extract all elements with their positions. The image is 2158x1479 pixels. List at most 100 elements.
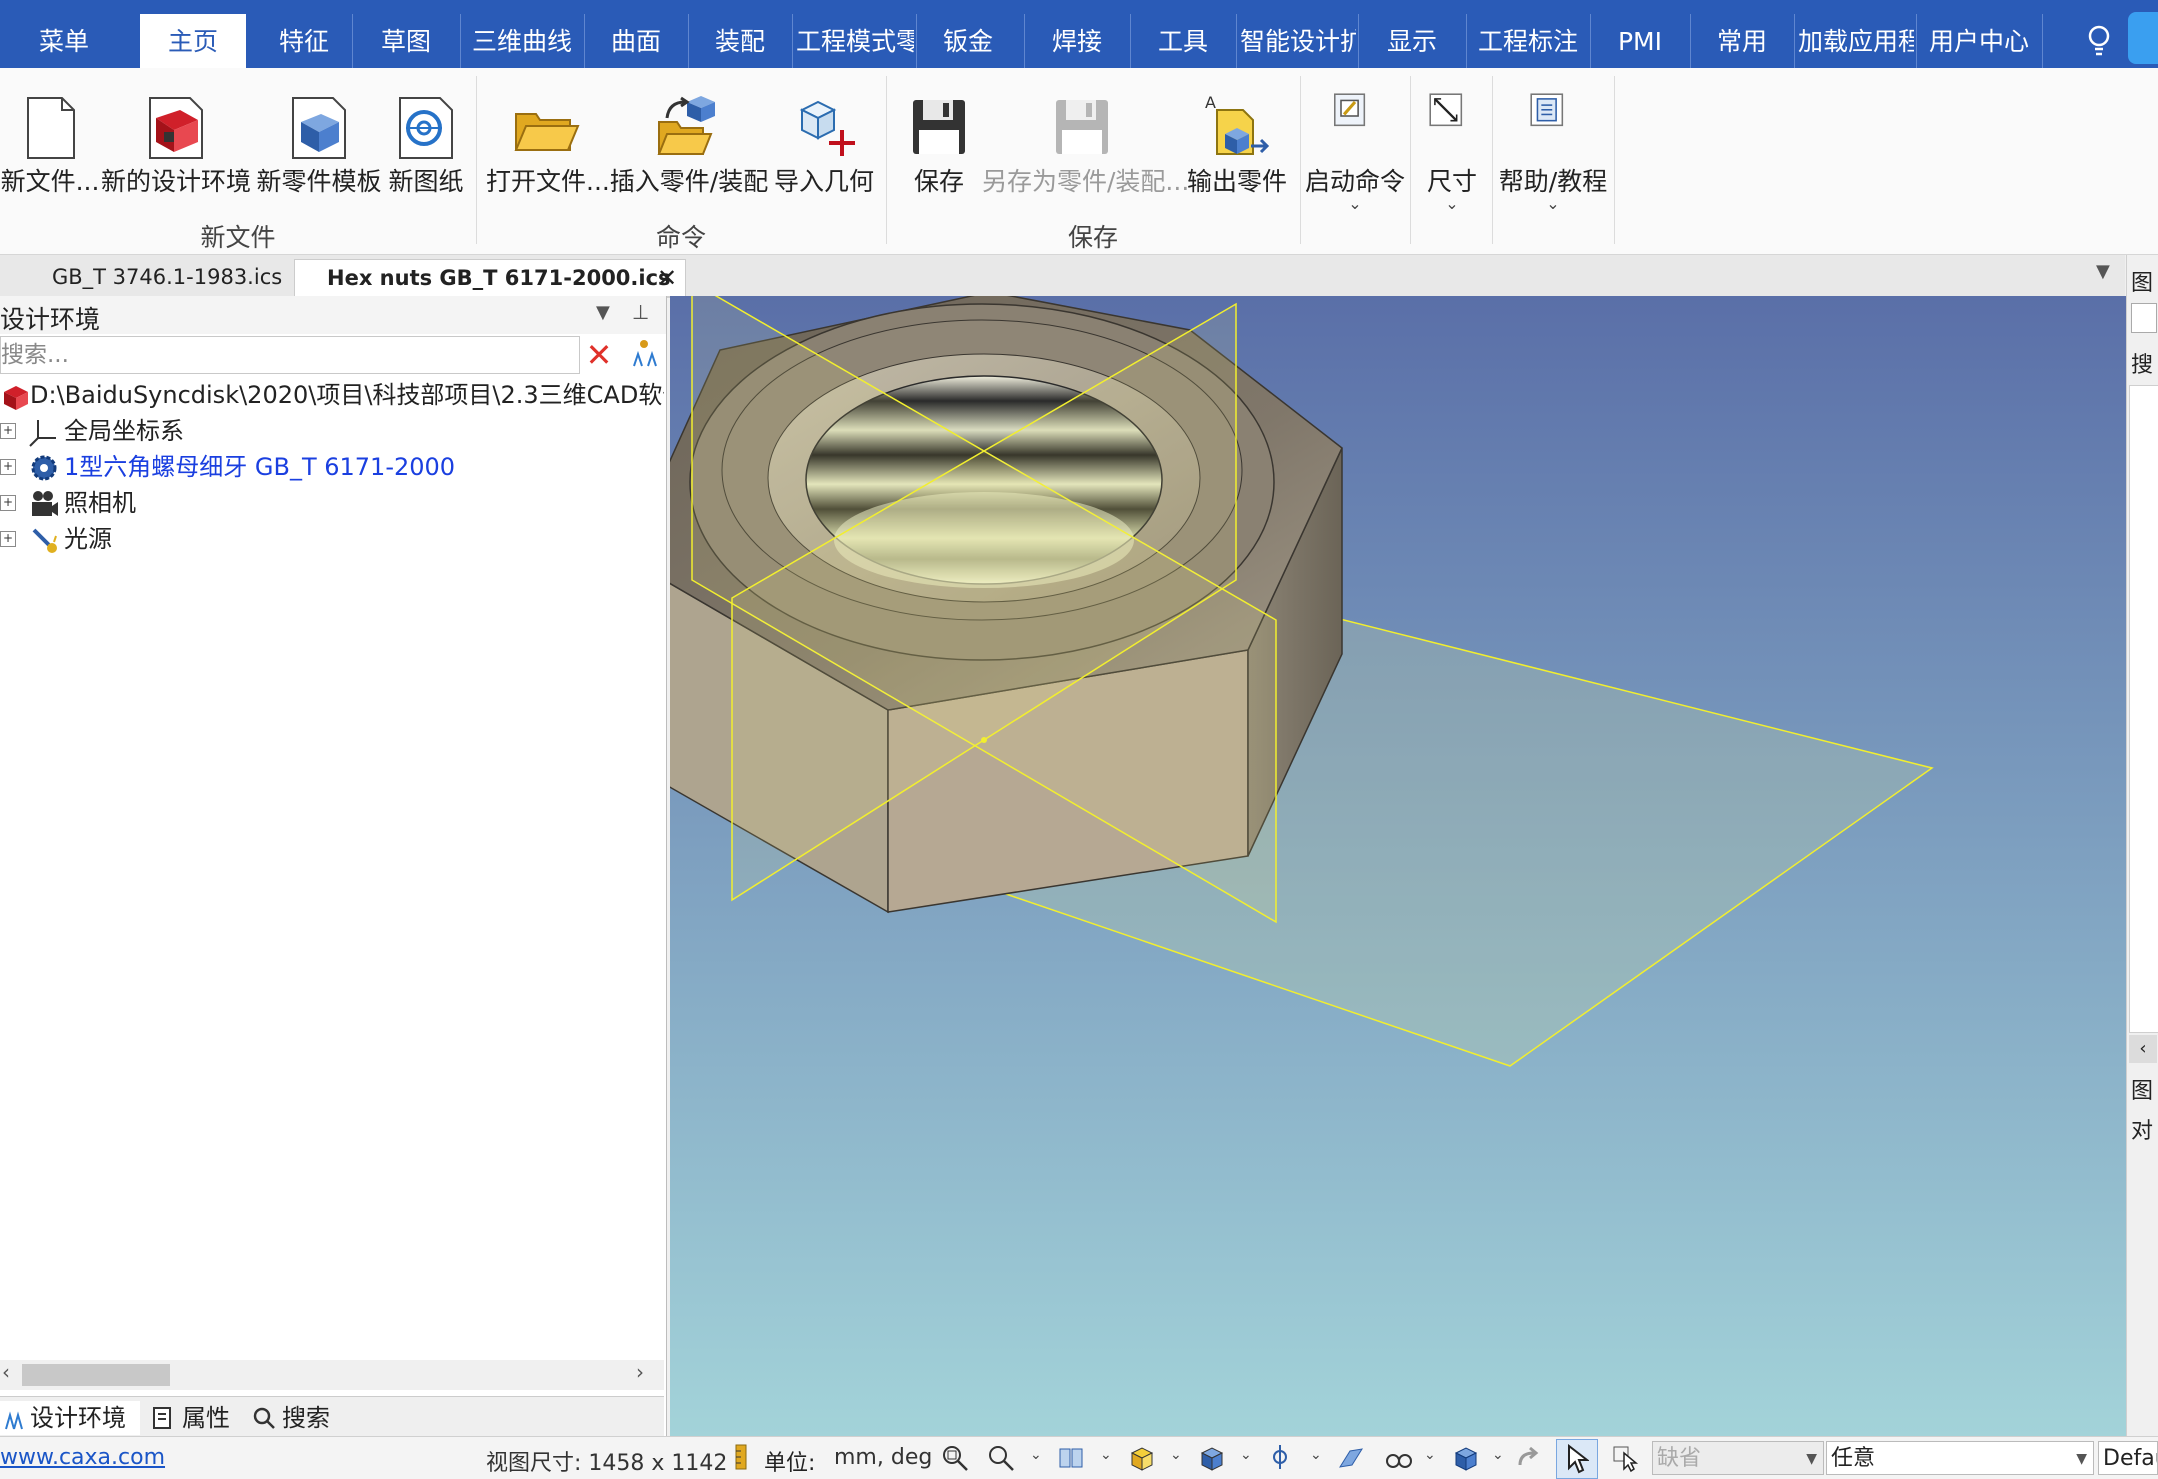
- new-drawing-icon: [399, 97, 453, 159]
- panel-bottom-tabs: 设计环境 属性 搜索: [0, 1396, 664, 1437]
- cloud-account-icon[interactable]: [2128, 12, 2158, 64]
- save-as-button[interactable]: 另存为零件/装配...: [982, 82, 1189, 212]
- document-tabs: GB_T 3746.1-1983.ics Hex nuts GB_T 6171-…: [0, 255, 2125, 298]
- menu-tab-engineering-mode[interactable]: 工程模式零件: [796, 0, 914, 68]
- new-drawing-button[interactable]: 新图纸: [384, 82, 468, 212]
- tab-search[interactable]: 搜索: [250, 1401, 350, 1435]
- render-style-select[interactable]: Default: [2098, 1441, 2158, 1475]
- menu-tab-tools[interactable]: 工具: [1132, 0, 1234, 68]
- save-button[interactable]: 保存: [896, 82, 982, 212]
- zoom-fit-icon[interactable]: [940, 1443, 970, 1473]
- selection-filter-select[interactable]: 任意 ▼: [1826, 1441, 2094, 1475]
- tab-design-environment[interactable]: 设计环境: [0, 1401, 140, 1435]
- menu-tab-display[interactable]: 显示: [1360, 0, 1464, 68]
- new-part-template-button[interactable]: 新零件模板: [256, 82, 382, 212]
- dimension-button[interactable]: 尺寸 ⌄: [1412, 82, 1492, 213]
- lightbulb-icon[interactable]: [2084, 22, 2114, 62]
- chevron-down-icon[interactable]: ⌄: [1170, 1447, 1182, 1463]
- new-file-button[interactable]: 新文件...: [0, 82, 100, 212]
- tree-filter-icon[interactable]: [624, 336, 660, 372]
- chevron-down-icon[interactable]: ⌄: [1240, 1447, 1252, 1463]
- chevron-down-icon[interactable]: ⌄: [1030, 1447, 1042, 1463]
- new-design-env-icon: [149, 97, 203, 159]
- right-dock-search[interactable]: 搜: [2131, 347, 2153, 379]
- caxa-website-link[interactable]: www.caxa.com: [0, 1445, 165, 1470]
- menu-tab-features[interactable]: 特征: [256, 0, 352, 68]
- shading-cube-icon[interactable]: [1196, 1443, 1226, 1473]
- origin-point[interactable]: [981, 737, 987, 743]
- menu-tab-welding[interactable]: 焊接: [1026, 0, 1128, 68]
- chevron-down-icon[interactable]: ⌄: [1424, 1447, 1436, 1463]
- ruler-icon: [735, 1444, 747, 1470]
- section-plane-icon[interactable]: [1336, 1443, 1366, 1473]
- menu-tab-user-center[interactable]: 用户中心: [1918, 0, 2040, 68]
- scroll-right-icon[interactable]: ›: [636, 1360, 644, 1384]
- close-icon[interactable]: ✕: [657, 260, 677, 297]
- menu-tab-sketch[interactable]: 草图: [354, 0, 458, 68]
- default-style-select[interactable]: 缺省 ▼: [1652, 1441, 1824, 1475]
- menu-tab-annotation[interactable]: 工程标注: [1468, 0, 1588, 68]
- chevron-down-icon: ▼: [2076, 1451, 2087, 1467]
- menu-tab-sheet-metal[interactable]: 钣金: [918, 0, 1018, 68]
- launch-command-icon: [1334, 93, 1366, 127]
- collapse-icon[interactable]: ‹: [2129, 1035, 2157, 1063]
- display-mode-cube-icon[interactable]: [1450, 1443, 1480, 1473]
- new-design-env-button[interactable]: 新的设计环境: [100, 82, 252, 212]
- clear-search-icon[interactable]: ✕: [582, 338, 616, 372]
- zoom-icon[interactable]: [986, 1443, 1016, 1473]
- unit-value[interactable]: mm, deg: [834, 1445, 932, 1470]
- nut-model-view[interactable]: Z X Y: [670, 296, 2126, 1436]
- menu-tab-smart-design[interactable]: 智能设计扩展: [1240, 0, 1356, 68]
- light-settings-icon[interactable]: [1266, 1443, 1296, 1473]
- doc-tab-hex-nuts[interactable]: Hex nuts GB_T 6171-2000.ics ✕: [294, 259, 686, 296]
- insert-part-button[interactable]: 插入零件/装配: [606, 82, 772, 212]
- pin-icon[interactable]: ⊥: [632, 300, 649, 324]
- pick-filter-icon[interactable]: [1612, 1443, 1642, 1473]
- menu-tab-surface[interactable]: 曲面: [586, 0, 686, 68]
- horizontal-scrollbar[interactable]: ‹ ›: [0, 1360, 664, 1390]
- right-dock-button[interactable]: [2131, 303, 2157, 333]
- chevron-down-icon[interactable]: ⌄: [1492, 1447, 1504, 1463]
- chevron-down-icon[interactable]: ⌄: [1100, 1447, 1112, 1463]
- menu-tab-addons[interactable]: 加载应用程序: [1798, 0, 1914, 68]
- menu-tab-pmi[interactable]: PMI: [1592, 0, 1688, 68]
- glasses-icon[interactable]: [1384, 1443, 1414, 1473]
- expand-icon[interactable]: +: [0, 495, 16, 511]
- right-dock-tab-3[interactable]: 对: [2131, 1113, 2153, 1145]
- chevron-down-icon: ⌄: [1348, 194, 1362, 213]
- tree-search-input[interactable]: 搜索...: [0, 336, 580, 374]
- menu-tab-home[interactable]: 主页: [140, 14, 246, 68]
- select-tool-button[interactable]: [1556, 1439, 1598, 1479]
- expand-icon[interactable]: +: [0, 459, 16, 475]
- ribbon: 新文件... 新的设计环境 新零件模板 新图纸 新文件 打开文件... 插入零件…: [0, 68, 2158, 255]
- tab-properties[interactable]: 属性: [150, 1401, 240, 1435]
- expand-icon[interactable]: +: [0, 423, 16, 439]
- orientation-cube-icon[interactable]: [1126, 1443, 1156, 1473]
- chevron-down-icon[interactable]: ⌄: [1310, 1447, 1322, 1463]
- right-dock-tab-2[interactable]: 图: [2131, 1073, 2153, 1105]
- ribbon-group-save: 保存: [1067, 223, 1118, 252]
- help-tutorial-button[interactable]: 帮助/教程 ⌄: [1494, 82, 1612, 213]
- menu-tab-3d-curve[interactable]: 三维曲线: [462, 0, 582, 68]
- panel-menu-icon[interactable]: ▼: [596, 302, 610, 323]
- scroll-left-icon[interactable]: ‹: [2, 1360, 10, 1384]
- menu-tab-common[interactable]: 常用: [1692, 0, 1792, 68]
- ribbon-group-new-file: 新文件: [200, 223, 276, 252]
- open-file-button[interactable]: 打开文件...: [486, 82, 610, 212]
- part-gear-icon: [31, 455, 57, 481]
- 3d-viewport[interactable]: Z X Y: [670, 296, 2126, 1436]
- scrollbar-thumb[interactable]: [22, 1364, 170, 1386]
- import-geometry-button[interactable]: 导入几何: [772, 82, 876, 212]
- right-dock-tab-1[interactable]: 图: [2131, 265, 2153, 297]
- tree-item-root[interactable]: D:\BaiduSyncdisk\2020\项目\科技部项目\2.3三维CAD软…: [0, 378, 664, 412]
- launch-command-button[interactable]: 启动命令 ⌄: [1302, 82, 1408, 213]
- menu-tab-assembly[interactable]: 装配: [690, 0, 790, 68]
- tab-list-dropdown-icon[interactable]: ▼: [2096, 261, 2110, 282]
- menu-tab-menu[interactable]: 菜单: [0, 0, 128, 68]
- expand-icon[interactable]: +: [0, 531, 16, 547]
- redo-icon[interactable]: [1514, 1443, 1544, 1473]
- new-part-template-icon: [292, 97, 346, 159]
- doc-tab-gb-t-3746[interactable]: GB_T 3746.1-1983.ics: [52, 259, 282, 296]
- export-part-button[interactable]: A 输出零件: [1182, 82, 1292, 212]
- view-book-icon[interactable]: [1056, 1443, 1086, 1473]
